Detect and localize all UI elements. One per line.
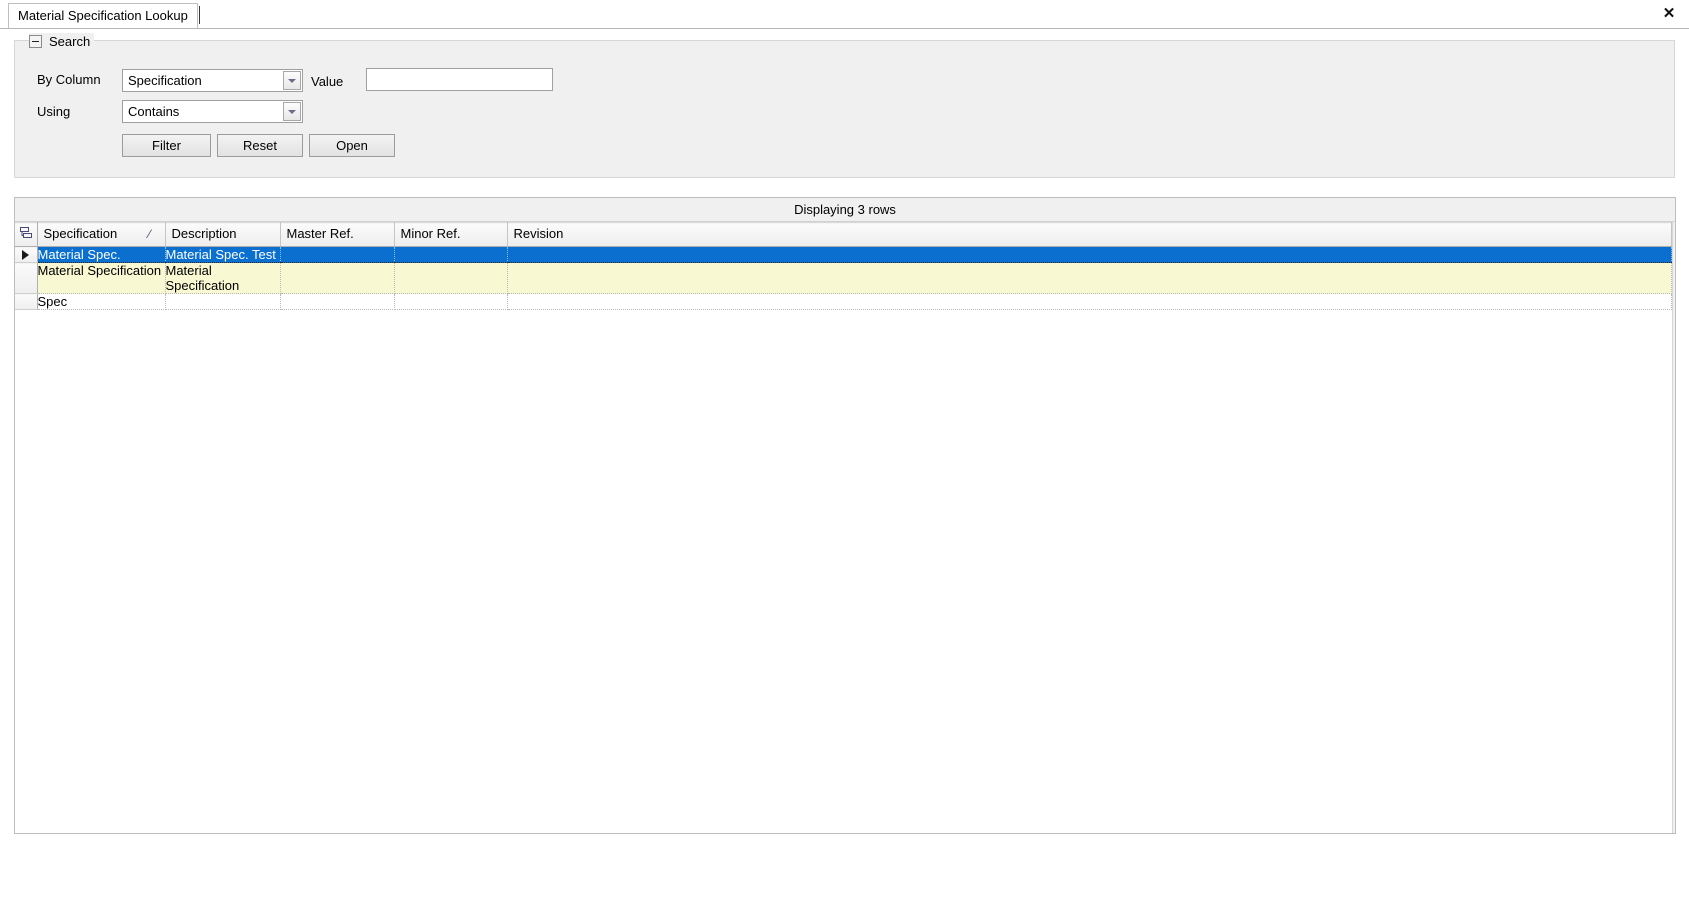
by-column-select[interactable]: Specification (122, 69, 303, 92)
using-label: Using (37, 104, 71, 119)
table-row[interactable]: Spec (15, 293, 1672, 310)
reset-button[interactable]: Reset (217, 134, 303, 157)
close-icon[interactable]: ✕ (1658, 3, 1680, 25)
header-row: Specification ⁄ Description Master Ref. … (15, 222, 1672, 247)
column-header-label: Master Ref. (286, 226, 354, 241)
chevron-down-icon[interactable] (283, 102, 301, 121)
column-header-label: Description (171, 226, 237, 241)
row-selector[interactable] (15, 262, 38, 294)
cell-minor-ref[interactable] (394, 246, 508, 263)
column-header-minor-ref[interactable]: Minor Ref. (394, 222, 508, 247)
results-table: Specification ⁄ Description Master Ref. … (15, 222, 1672, 310)
cell-text: Material Specification (165, 263, 240, 293)
row-selector[interactable] (15, 293, 38, 310)
tab-text-caret (199, 6, 200, 24)
using-selected-value: Contains (128, 104, 180, 119)
by-column-selected-value: Specification (128, 73, 202, 88)
tab-label: Material Specification Lookup (18, 8, 188, 23)
table-row[interactable]: Material Specification Material Specific… (15, 262, 1672, 294)
row-count-caption: Displaying 3 rows (15, 198, 1675, 222)
search-panel-title: Search (49, 33, 91, 49)
table-body: Material Spec. Material Spec. Test Mater… (15, 246, 1672, 310)
current-row-pointer-icon (22, 249, 29, 260)
search-panel-legend: Search (29, 33, 95, 49)
filter-button[interactable]: Filter (122, 134, 211, 157)
vertical-scrollbar[interactable] (1672, 222, 1675, 833)
open-button[interactable]: Open (309, 134, 395, 157)
column-header-revision[interactable]: Revision (507, 222, 1672, 247)
cell-text: Material Spec. Test (165, 247, 276, 262)
column-header-label: Specification (43, 226, 118, 241)
column-header-label: Minor Ref. (400, 226, 461, 241)
cell-text: Spec (37, 294, 68, 309)
cell-text: Material Spec. (37, 247, 121, 262)
results-panel: Displaying 3 rows Specification ⁄ Descri… (14, 197, 1676, 834)
tab-material-specification-lookup[interactable]: Material Specification Lookup (8, 3, 198, 28)
cell-specification[interactable]: Material Spec. (37, 246, 166, 263)
cell-master-ref[interactable] (280, 293, 395, 310)
collapse-toggle-icon[interactable] (29, 34, 42, 48)
value-label: Value (311, 74, 344, 89)
cell-specification[interactable]: Material Specification (37, 262, 166, 294)
select-all-glyph (20, 227, 32, 238)
cell-specification[interactable]: Spec (37, 293, 166, 310)
cell-minor-ref[interactable] (394, 262, 508, 294)
cell-description[interactable]: Material Spec. Test (165, 246, 281, 263)
cell-revision[interactable] (507, 246, 1672, 263)
column-header-specification[interactable]: Specification ⁄ (37, 222, 166, 247)
column-header-description[interactable]: Description (165, 222, 281, 247)
chevron-down-icon[interactable] (283, 71, 301, 90)
cell-text: Material Specification (37, 263, 162, 278)
sort-ascending-icon: ⁄ (148, 227, 151, 241)
cell-master-ref[interactable] (280, 262, 395, 294)
cell-description[interactable] (165, 293, 281, 310)
cell-master-ref[interactable] (280, 246, 395, 263)
value-input[interactable] (366, 68, 553, 91)
cell-revision[interactable] (507, 262, 1672, 294)
using-select[interactable]: Contains (122, 100, 303, 123)
table-header: Specification ⁄ Description Master Ref. … (15, 222, 1672, 247)
results-grid: Specification ⁄ Description Master Ref. … (15, 222, 1672, 833)
tab-strip: Material Specification Lookup ✕ (0, 0, 1689, 29)
cell-description[interactable]: Material Specification (165, 262, 281, 294)
cell-minor-ref[interactable] (394, 293, 508, 310)
column-header-label: Revision (513, 226, 564, 241)
column-header-master-ref[interactable]: Master Ref. (280, 222, 395, 247)
select-all-icon[interactable] (15, 222, 38, 247)
by-column-label: By Column (37, 72, 101, 87)
cell-revision[interactable] (507, 293, 1672, 310)
row-selector[interactable] (15, 246, 38, 263)
table-row[interactable]: Material Spec. Material Spec. Test (15, 246, 1672, 263)
